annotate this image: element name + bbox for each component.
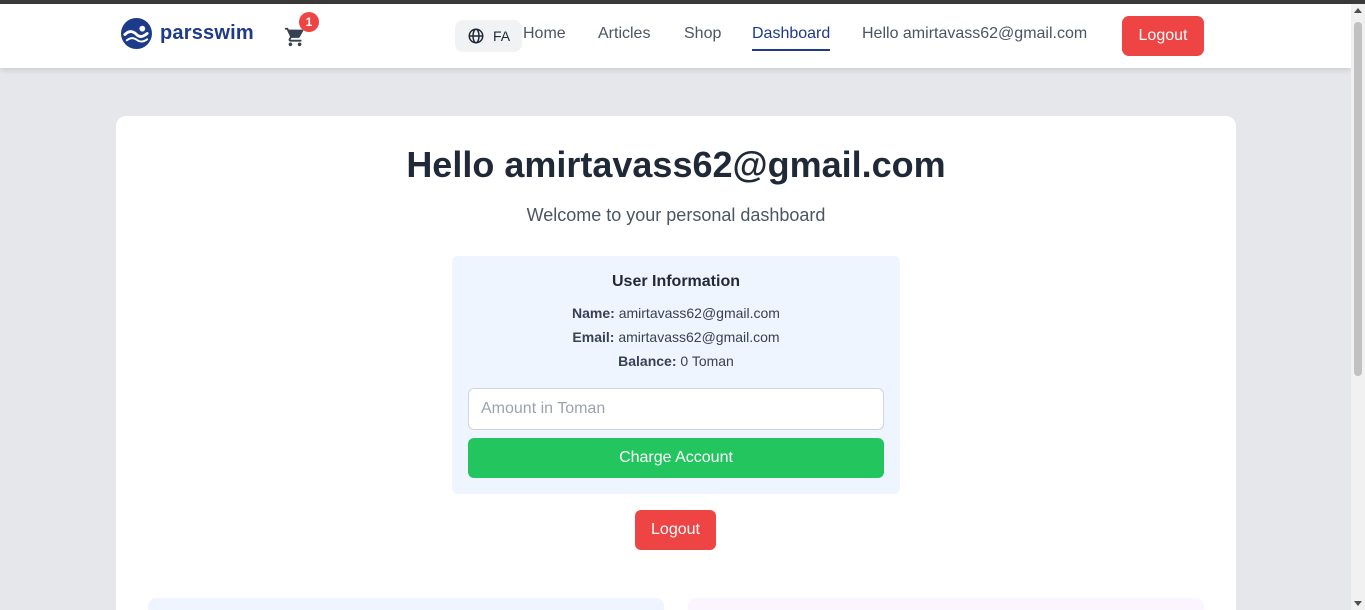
scroll-down-arrow-icon[interactable]	[1354, 601, 1362, 606]
language-switcher[interactable]: FA	[455, 20, 522, 52]
language-label: FA	[493, 28, 511, 44]
email-label: Email:	[572, 329, 615, 345]
nav-articles-link[interactable]: Articles	[598, 25, 650, 43]
left-section-panel	[148, 598, 664, 610]
charge-account-button[interactable]: Charge Account	[468, 438, 884, 478]
brand-name: parsswim	[160, 22, 254, 44]
header-logout-button[interactable]: Logout	[1122, 16, 1204, 56]
user-information-title: User Information	[611, 273, 740, 290]
page-scrollbar[interactable]	[1351, 4, 1365, 610]
right-section-panel	[688, 598, 1204, 610]
dashboard-logout-button[interactable]: Logout	[635, 510, 716, 550]
swimmer-logo-icon	[121, 18, 152, 49]
scroll-up-arrow-icon[interactable]	[1354, 8, 1362, 13]
user-balance-row: Balance: 0 Toman	[452, 353, 900, 369]
balance-value: 0 Toman	[680, 353, 734, 369]
charge-amount-input[interactable]	[468, 388, 884, 430]
balance-label: Balance:	[618, 353, 677, 369]
active-nav-underline	[752, 49, 830, 51]
user-email-row: Email: amirtavass62@gmail.com	[452, 329, 900, 345]
name-label: Name:	[572, 305, 615, 321]
email-value: amirtavass62@gmail.com	[618, 329, 780, 345]
cart-count-badge: 1	[299, 12, 319, 32]
top-navbar: parsswim 1 FA Home Articles Shop Dashboa…	[0, 4, 1351, 68]
dashboard-card: Hello amirtavass62@gmail.com Welcome to …	[116, 116, 1236, 610]
brand-logo[interactable]: parsswim	[121, 18, 254, 49]
user-name-row: Name: amirtavass62@gmail.com	[452, 305, 900, 321]
dashboard-title: Hello amirtavass62@gmail.com	[406, 144, 946, 185]
user-greeting: Hello amirtavass62@gmail.com	[862, 25, 1088, 42]
nav-dashboard-link[interactable]: Dashboard	[752, 25, 830, 43]
nav-shop-link[interactable]: Shop	[684, 25, 721, 43]
user-information-panel: User Information Name: amirtavass62@gmai…	[452, 256, 900, 494]
globe-icon	[468, 28, 484, 44]
scrollbar-thumb[interactable]	[1354, 22, 1362, 376]
name-value: amirtavass62@gmail.com	[618, 305, 780, 321]
nav-home-link[interactable]: Home	[523, 25, 566, 43]
dashboard-subtitle: Welcome to your personal dashboard	[526, 205, 826, 225]
